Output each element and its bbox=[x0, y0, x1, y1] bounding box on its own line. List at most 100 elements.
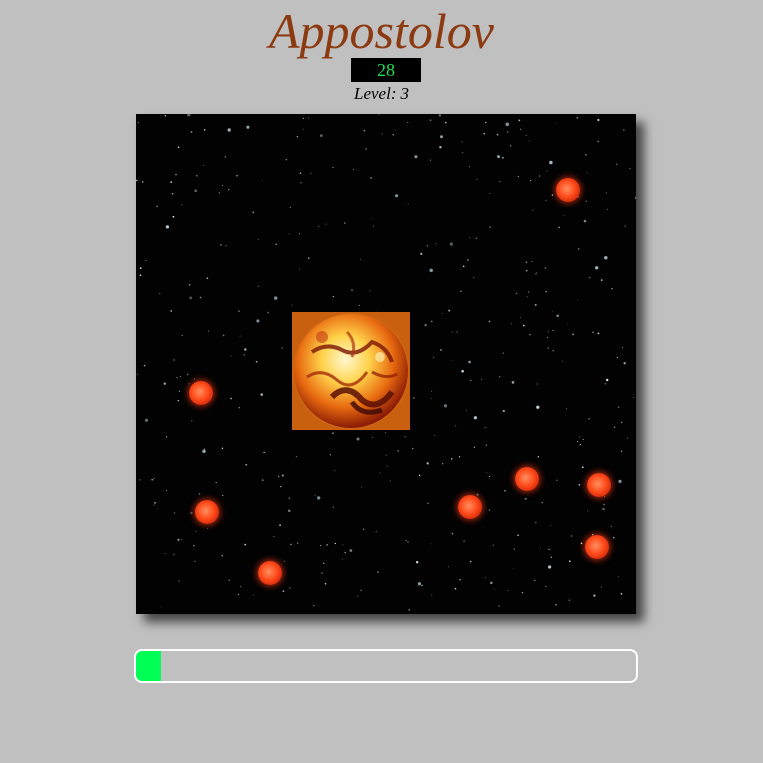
star-dot bbox=[238, 310, 240, 312]
star-dot bbox=[289, 587, 291, 589]
star-dot bbox=[450, 458, 453, 460]
star-dot bbox=[371, 218, 373, 220]
star-dot bbox=[281, 474, 284, 477]
star-dot bbox=[156, 508, 158, 510]
star-dot bbox=[431, 543, 433, 545]
star-dot bbox=[532, 209, 534, 211]
game-canvas[interactable] bbox=[136, 114, 636, 614]
star-dot bbox=[175, 173, 177, 176]
star-dot bbox=[545, 291, 547, 293]
star-dot bbox=[375, 531, 377, 533]
star-dot bbox=[319, 134, 323, 137]
star-dot bbox=[597, 140, 600, 143]
star-dot bbox=[359, 259, 361, 261]
star-dot bbox=[589, 277, 591, 279]
star-dot bbox=[456, 331, 458, 333]
star-dot bbox=[558, 226, 560, 229]
star-dot bbox=[448, 309, 451, 312]
star-dot bbox=[179, 375, 181, 378]
star-dot bbox=[421, 584, 423, 587]
star-dot bbox=[613, 426, 616, 429]
star-dot bbox=[562, 360, 564, 362]
star-dot bbox=[298, 233, 300, 235]
star-dot bbox=[440, 135, 443, 139]
star-dot bbox=[431, 320, 433, 323]
star-dot bbox=[449, 242, 454, 246]
star-dot bbox=[616, 163, 618, 165]
star-dot bbox=[550, 556, 553, 559]
star-dot bbox=[492, 544, 494, 546]
red-meteor-icon bbox=[258, 561, 282, 585]
star-dot bbox=[548, 548, 550, 551]
star-dot bbox=[518, 119, 521, 122]
star-dot bbox=[603, 496, 605, 498]
star-dot bbox=[430, 397, 432, 399]
star-dot bbox=[386, 465, 388, 467]
star-dot bbox=[344, 551, 346, 554]
star-dot bbox=[171, 192, 174, 195]
star-dot bbox=[222, 334, 225, 337]
star-dot bbox=[145, 259, 147, 261]
star-dot bbox=[473, 416, 477, 420]
star-dot bbox=[544, 267, 547, 269]
star-dot bbox=[257, 285, 260, 288]
star-dot bbox=[165, 489, 168, 492]
star-dot bbox=[547, 347, 549, 349]
star-dot bbox=[583, 219, 587, 223]
star-dot bbox=[605, 378, 609, 382]
red-meteor-icon bbox=[515, 467, 539, 491]
star-dot bbox=[626, 437, 628, 439]
star-dot bbox=[325, 223, 327, 225]
star-dot bbox=[321, 572, 323, 574]
star-dot bbox=[139, 479, 141, 481]
star-dot bbox=[451, 532, 454, 535]
star-dot bbox=[159, 606, 161, 608]
star-dot bbox=[556, 314, 560, 318]
star-dot bbox=[164, 553, 166, 555]
star-dot bbox=[377, 571, 379, 573]
star-dot bbox=[332, 295, 334, 298]
star-dot bbox=[196, 175, 198, 177]
star-dot bbox=[459, 578, 461, 581]
star-dot bbox=[555, 603, 557, 606]
star-dot bbox=[165, 225, 170, 229]
star-dot bbox=[473, 446, 476, 448]
red-meteor-icon bbox=[195, 500, 219, 524]
star-dot bbox=[483, 132, 485, 135]
star-dot bbox=[454, 587, 457, 590]
star-dot bbox=[415, 560, 419, 564]
star-dot bbox=[546, 170, 548, 172]
star-dot bbox=[173, 359, 175, 361]
star-dot bbox=[373, 225, 375, 227]
star-dot bbox=[203, 448, 206, 451]
star-dot bbox=[332, 166, 334, 169]
star-dot bbox=[177, 538, 180, 541]
level-indicator: Level: 3 bbox=[0, 84, 763, 104]
star-dot bbox=[597, 118, 600, 122]
star-dot bbox=[307, 257, 310, 259]
star-dot bbox=[552, 330, 554, 331]
star-dot bbox=[159, 292, 161, 294]
star-dot bbox=[194, 189, 198, 193]
star-dot bbox=[342, 544, 344, 546]
star-dot bbox=[267, 311, 270, 314]
star-dot bbox=[199, 296, 202, 299]
star-dot bbox=[442, 463, 444, 465]
star-dot bbox=[245, 463, 248, 466]
star-dot bbox=[507, 589, 509, 592]
star-dot bbox=[170, 181, 173, 183]
star-dot bbox=[502, 352, 504, 354]
star-dot bbox=[228, 189, 230, 191]
star-dot bbox=[206, 277, 209, 279]
star-dot bbox=[278, 475, 280, 478]
star-dot bbox=[253, 594, 255, 596]
star-dot bbox=[261, 479, 264, 481]
star-dot bbox=[172, 553, 175, 556]
star-dot bbox=[568, 560, 571, 563]
star-dot bbox=[165, 436, 168, 438]
star-dot bbox=[172, 215, 175, 218]
sun-player-icon[interactable] bbox=[292, 312, 410, 430]
star-dot bbox=[439, 146, 442, 149]
star-dot bbox=[556, 479, 558, 482]
star-dot bbox=[221, 185, 223, 186]
